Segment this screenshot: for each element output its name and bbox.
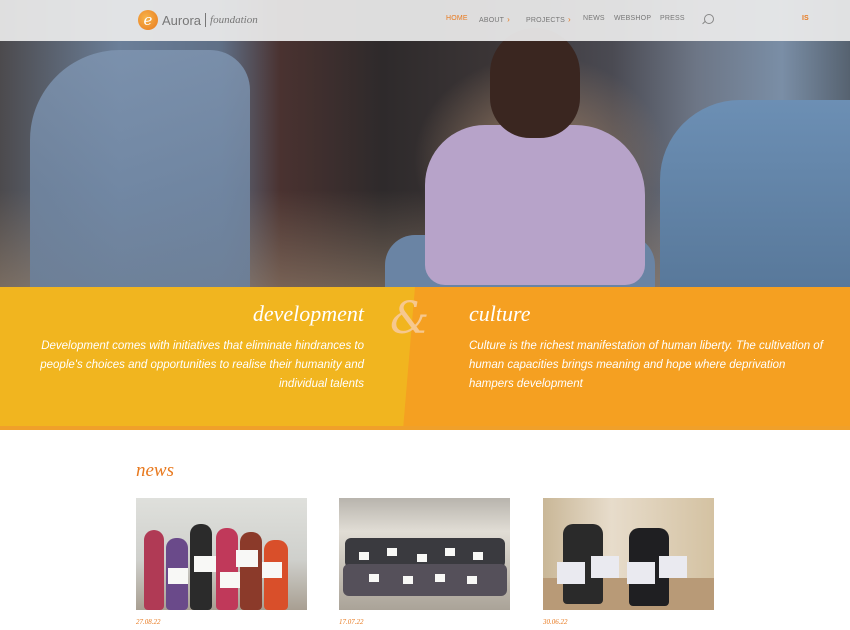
chevron-right-icon: › <box>567 15 571 24</box>
news-card-image[interactable] <box>136 498 307 610</box>
logo-divider <box>205 13 207 27</box>
nav-home-label: HOME <box>446 15 468 22</box>
site-header: e Aurora foundation HOME ABOUT › PROJECTS… <box>0 0 850 41</box>
hero-person-right <box>660 100 850 287</box>
development-title: development <box>252 301 364 326</box>
logo-name: Aurora <box>162 12 202 28</box>
nav-home[interactable]: HOME <box>446 15 468 22</box>
nav-news[interactable]: NEWS <box>583 15 605 22</box>
news-date: 30.06.22 <box>543 618 568 626</box>
culture-text: Culture is the richest manifestation of … <box>469 340 823 390</box>
mission-band: development Development comes with initi… <box>0 287 850 430</box>
nav-projects-label: PROJECTS <box>526 17 565 24</box>
nav-about-label: ABOUT <box>479 17 505 24</box>
hero-person-left <box>30 50 250 287</box>
hero-image <box>0 0 850 287</box>
nav-webshop[interactable]: WEBSHOP <box>614 15 651 22</box>
news-card-image[interactable] <box>339 498 510 610</box>
nav-projects[interactable]: PROJECTS › <box>526 15 571 24</box>
logo-mark-icon: e <box>138 10 158 30</box>
nav-press-label: PRESS <box>660 15 685 22</box>
nav-webshop-label: WEBSHOP <box>614 15 652 22</box>
band-bottom-edge <box>0 426 850 430</box>
nav-about[interactable]: ABOUT › <box>479 15 510 24</box>
hero-child-head <box>490 28 580 138</box>
news-card[interactable]: 30.06.22 <box>543 498 714 626</box>
logo-subtitle: foundation <box>210 14 258 26</box>
chevron-right-icon: › <box>507 15 510 24</box>
hero-child-shirt <box>425 125 645 285</box>
news-card[interactable]: 27.08.22 <box>136 498 307 626</box>
language-switch[interactable]: IS <box>802 15 809 22</box>
culture-title: culture <box>469 301 531 326</box>
development-text: Development comes with initiatives that … <box>40 340 364 390</box>
news-date: 17.07.22 <box>339 618 364 626</box>
search-icon[interactable] <box>704 14 714 24</box>
news-card[interactable]: 17.07.22 <box>339 498 510 626</box>
news-date: 27.08.22 <box>136 618 161 626</box>
ampersand-glyph: & <box>390 293 430 344</box>
nav-press[interactable]: PRESS <box>660 15 685 22</box>
news-card-image[interactable] <box>543 498 714 610</box>
logo[interactable]: e Aurora foundation <box>138 9 258 31</box>
nav-news-label: NEWS <box>583 15 605 22</box>
news-heading: news <box>136 460 174 481</box>
